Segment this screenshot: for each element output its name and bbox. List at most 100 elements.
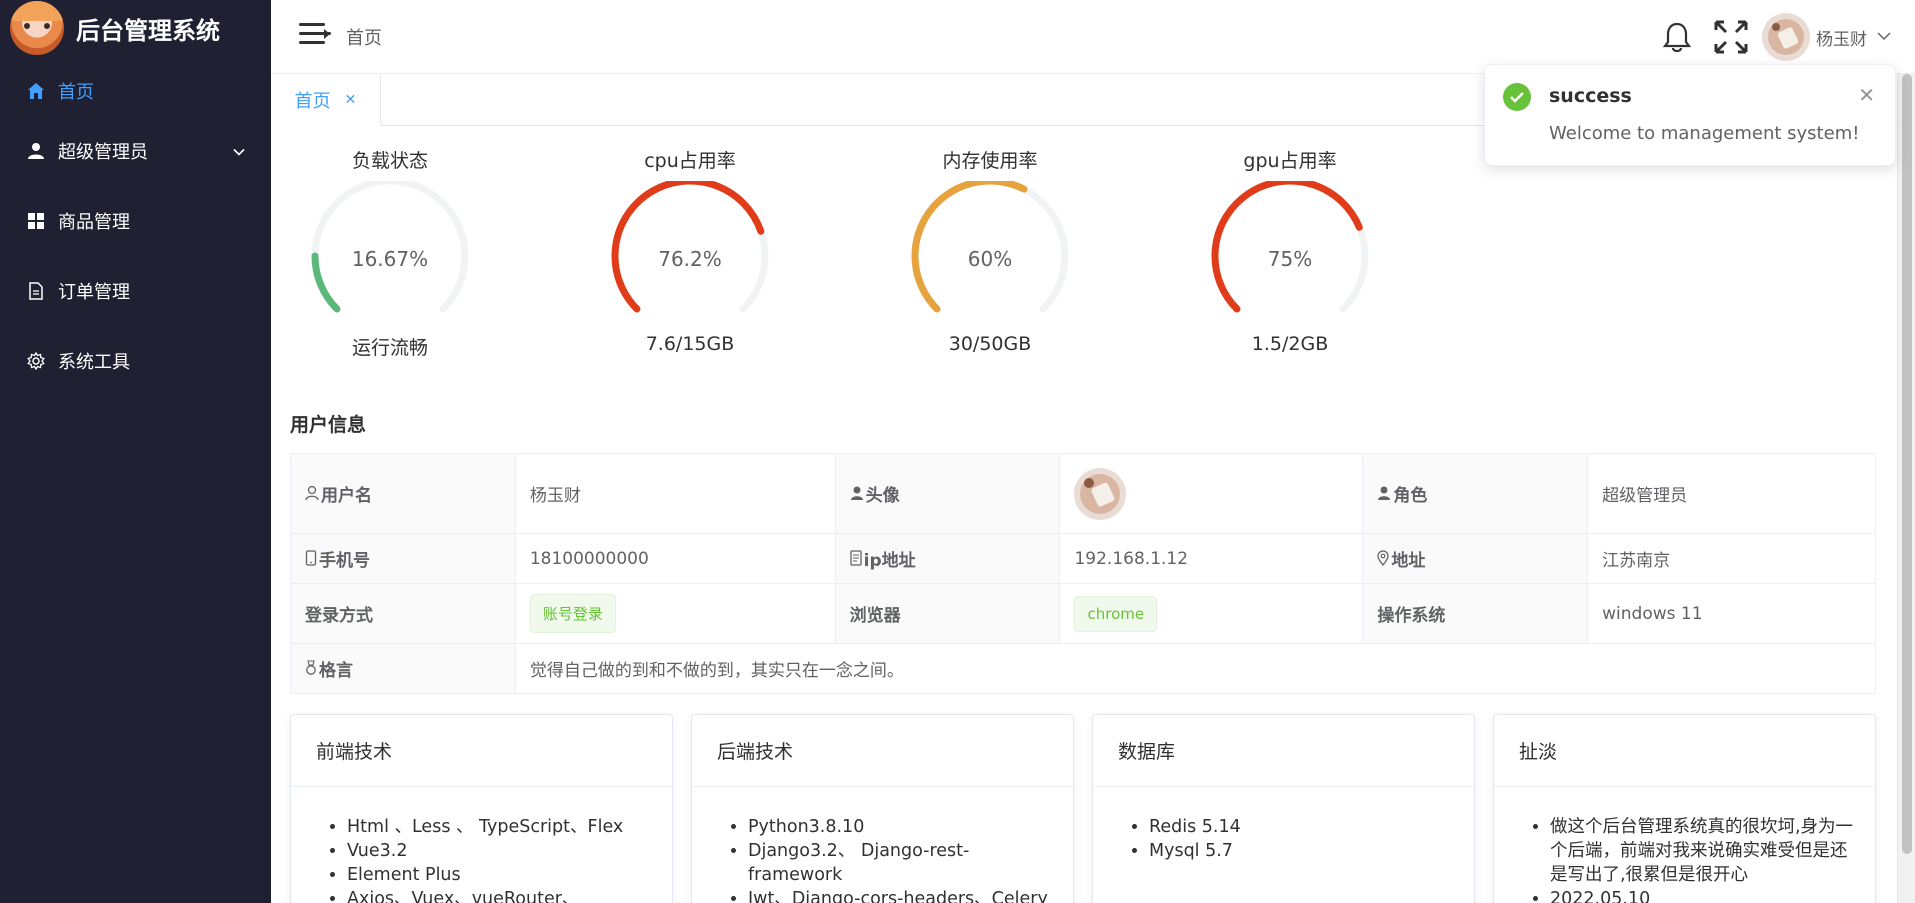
user-icon <box>26 141 46 161</box>
browser-cell: chrome <box>1059 583 1364 644</box>
card-backend: 后端技术 Python3.8.10 Django3.2、 Django-rest… <box>691 714 1074 903</box>
breadcrumb[interactable]: 首页 <box>346 24 382 50</box>
gauge-chart: 76.2% <box>611 181 769 313</box>
avatar-label: 头像 <box>865 485 900 506</box>
avatar[interactable] <box>1762 13 1810 61</box>
login-label: 登录方式 <box>290 583 516 644</box>
list-item: Element Plus <box>347 863 652 887</box>
section-title-user-info: 用户信息 <box>290 414 367 436</box>
username-value: 杨玉财 <box>514 453 836 534</box>
sidebar-item-label: 商品管理 <box>58 212 130 232</box>
sidebar: 后台管理系统 首页 超级管理员 商品管理 订单管理 系统工具 <box>0 0 271 903</box>
card-chat: 扯淡 做这个后台管理系统真的很坎坷,身为一个后端，前端对我来说确实难受但是还是写… <box>1493 714 1876 903</box>
gauge-value: 75% <box>1268 247 1312 271</box>
login-cell: 账号登录 <box>514 583 836 644</box>
gauge-subtitle: 7.6/15GB <box>645 333 735 355</box>
gauge-chart: 16.67% <box>311 181 469 313</box>
os-value: windows 11 <box>1587 583 1876 644</box>
label-cell: 手机号 <box>290 533 516 584</box>
grid-icon <box>26 211 46 231</box>
label-cell: 用户名 <box>290 453 516 534</box>
phone-icon <box>305 550 317 571</box>
chevron-down-icon[interactable] <box>1877 28 1891 46</box>
sidebar-item-label: 超级管理员 <box>58 142 148 162</box>
sidebar-item-home[interactable]: 首页 <box>0 66 271 116</box>
avatar[interactable] <box>1074 467 1127 520</box>
username[interactable]: 杨玉财 <box>1816 25 1867 50</box>
card-list: Html 、Less 、 TypeScript、Flex Vue3.2 Elem… <box>329 815 652 903</box>
list-item: 做这个后台管理系统真的很坎坷,身为一个后端，前端对我来说确实难受但是还是写出了,… <box>1550 815 1855 887</box>
brand-title: 后台管理系统 <box>76 16 220 45</box>
gauge-subtitle: 30/50GB <box>948 333 1032 355</box>
menu-toggle-icon[interactable] <box>299 20 331 48</box>
sidebar-item-orders[interactable]: 订单管理 <box>0 256 271 326</box>
tab-home[interactable]: 首页 ✕ <box>271 74 381 126</box>
table-row: 用户名 杨玉财 头像 角色 超级管理员 <box>290 453 1876 534</box>
document-icon <box>26 281 46 301</box>
check-circle-icon <box>1503 83 1531 111</box>
sidebar-menu: 首页 超级管理员 商品管理 订单管理 系统工具 <box>0 66 271 396</box>
motto-label: 格言 <box>319 660 353 681</box>
user-outline-icon <box>305 485 319 506</box>
label-cell: 格言 <box>290 643 516 694</box>
medal-icon <box>305 660 317 681</box>
gauge-title: 负载状态 <box>351 150 428 172</box>
gauge-arc <box>611 181 765 313</box>
gauge-subtitle: 运行流畅 <box>351 337 428 359</box>
login-tag: 账号登录 <box>529 594 616 633</box>
location-icon <box>1377 550 1389 571</box>
card-title: 扯淡 <box>1494 715 1875 787</box>
gauge-subtitle: 1.5/2GB <box>1251 333 1329 355</box>
card-title: 数据库 <box>1093 715 1474 787</box>
card-list: 做这个后台管理系统真的很坎坷,身为一个后端，前端对我来说确实难受但是还是写出了,… <box>1532 815 1855 903</box>
home-icon <box>26 81 46 101</box>
os-label: 操作系统 <box>1362 583 1589 644</box>
ip-value: 192.168.1.12 <box>1059 533 1364 584</box>
table-row: 登录方式 账号登录 浏览器 chrome 操作系统 windows 11 <box>290 583 1876 644</box>
header-actions: 杨玉财 <box>1652 0 1915 74</box>
scrollbar[interactable] <box>1897 74 1915 903</box>
brand-logo <box>10 1 64 55</box>
bell-icon[interactable] <box>1652 12 1702 62</box>
list-item: Redis 5.14 <box>1149 815 1454 839</box>
tab-label: 首页 <box>294 90 331 112</box>
gauge-cpu: cpu占用率 76.2% 7.6/15GB <box>590 140 790 380</box>
notification: success Welcome to management system! ✕ <box>1484 64 1896 166</box>
fullscreen-icon[interactable] <box>1706 12 1756 62</box>
list-item: Axios、Vuex、vueRouter、screenFull <box>347 887 652 903</box>
gauge-value: 60% <box>968 247 1012 271</box>
sidebar-item-products[interactable]: 商品管理 <box>0 186 271 256</box>
card-title: 后端技术 <box>692 715 1073 787</box>
phone-value: 18100000000 <box>514 533 836 584</box>
gauge-memory: 内存使用率 60% 30/50GB <box>890 140 1090 380</box>
gauge-load: 负载状态 16.67% 运行流畅 <box>290 140 490 380</box>
list-item: Vue3.2 <box>347 839 652 863</box>
gauge-gpu: gpu占用率 75% 1.5/2GB <box>1190 140 1390 380</box>
gauge-title: 内存使用率 <box>942 150 1038 172</box>
table-row: 手机号 18100000000 ip地址 192.168.1.12 地址 江苏南… <box>290 533 1876 584</box>
label-cell: 角色 <box>1362 453 1589 534</box>
list-item: Jwt、Django-cors-headers、Celery <box>748 887 1053 903</box>
list-item: 2022.05.10 <box>1550 887 1855 903</box>
gauge-arc <box>311 252 341 313</box>
chevron-down-icon <box>233 141 245 162</box>
card-frontend: 前端技术 Html 、Less 、 TypeScript、Flex Vue3.2… <box>290 714 673 903</box>
sidebar-item-tools[interactable]: 系统工具 <box>0 326 271 396</box>
label-cell: 地址 <box>1362 533 1589 584</box>
brand: 后台管理系统 <box>0 0 271 56</box>
scrollbar-thumb[interactable] <box>1902 74 1912 854</box>
gauge-chart: 75% <box>1211 181 1369 313</box>
label-cell: 头像 <box>834 453 1061 534</box>
sidebar-item-super-admin[interactable]: 超级管理员 <box>0 116 271 186</box>
tablet-icon <box>850 550 862 571</box>
card-title: 前端技术 <box>291 715 672 787</box>
close-icon[interactable]: ✕ <box>345 92 357 108</box>
table-row: 格言 觉得自己做的到和不做的到，其实只在一念之间。 <box>290 643 1877 694</box>
close-icon[interactable]: ✕ <box>1858 85 1875 105</box>
gauges: 负载状态 16.67% 运行流畅 cpu占用率 76.2% 7.6/15GB 内… <box>290 140 1510 380</box>
browser-tag: chrome <box>1074 595 1158 632</box>
ip-label: ip地址 <box>863 550 916 571</box>
gauge-value: 76.2% <box>658 247 722 271</box>
role-label: 角色 <box>1393 485 1428 506</box>
username-label: 用户名 <box>321 485 372 506</box>
